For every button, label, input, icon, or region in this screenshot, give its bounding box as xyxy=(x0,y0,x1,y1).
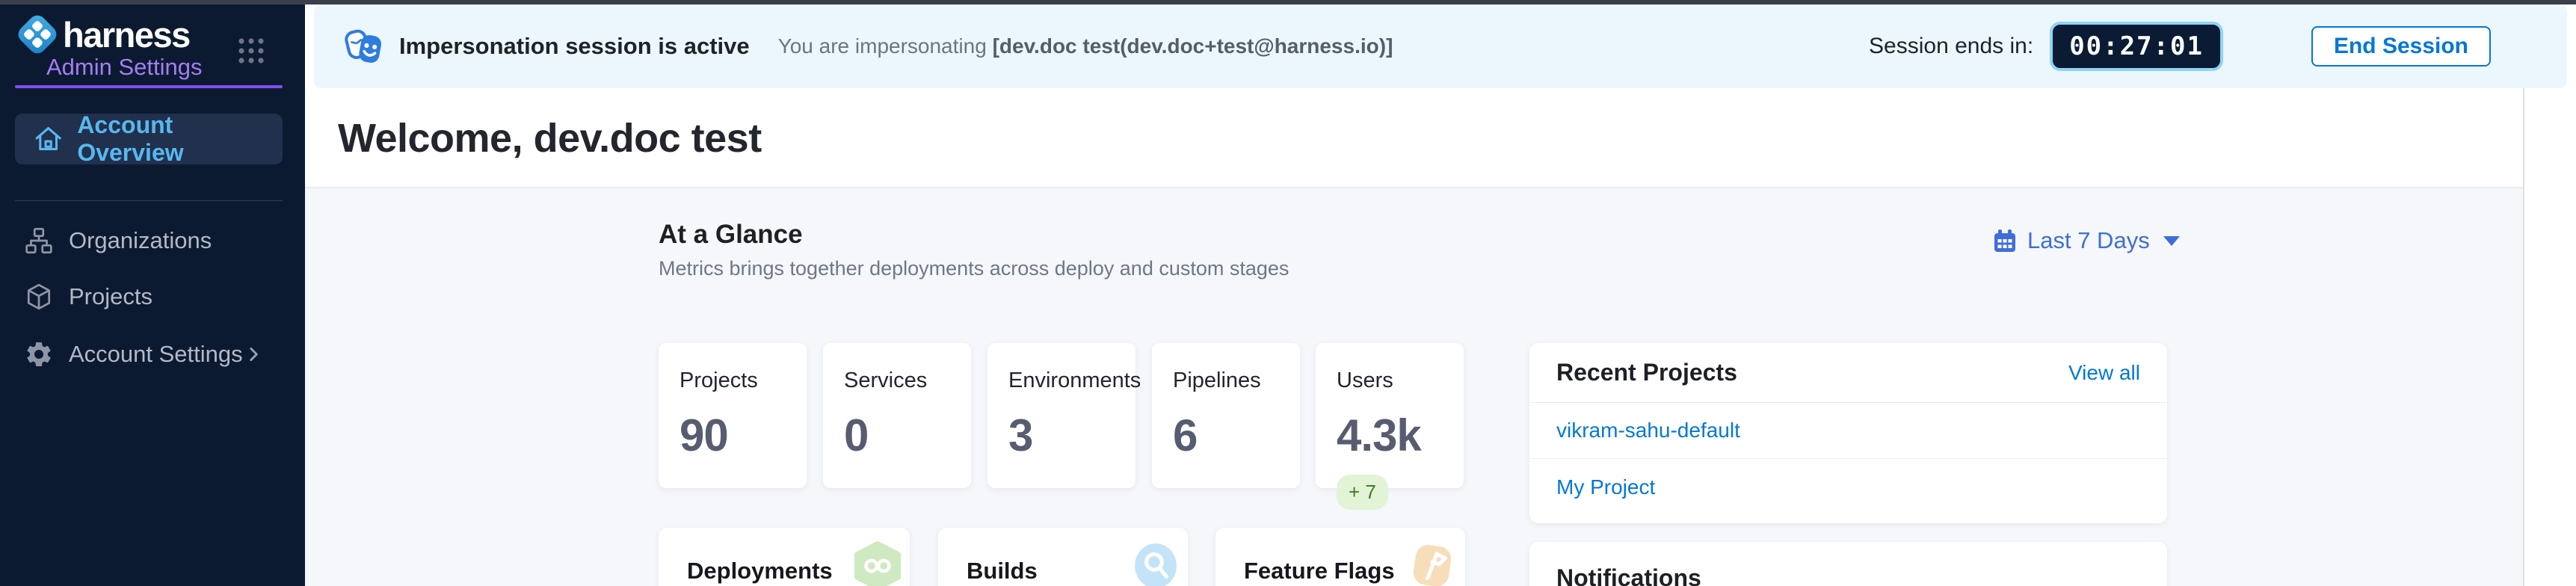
module-grid-icon[interactable] xyxy=(236,36,266,66)
recent-projects-header: Recent Projects View all xyxy=(1529,343,2167,403)
stat-label: Environments xyxy=(1008,368,1136,393)
welcome-band: Welcome, dev.doc test xyxy=(305,88,2523,188)
organizations-icon xyxy=(24,226,54,256)
impersonation-subtitle-prefix: You are impersonating xyxy=(778,34,987,58)
stat-card-services[interactable]: Services 0 xyxy=(823,343,971,488)
session-timer: 00:27:01 xyxy=(2050,22,2223,71)
recent-projects-title: Recent Projects xyxy=(1556,359,1737,386)
cube-icon xyxy=(24,282,54,312)
sidebar-item-label: Account Settings xyxy=(69,341,243,368)
sidebar-item-label: Projects xyxy=(69,283,152,310)
end-session-button[interactable]: End Session xyxy=(2311,26,2491,67)
impersonation-target-user: [dev.doc test(dev.doc+test@harness.io)] xyxy=(993,34,1393,58)
page-title: Welcome, dev.doc test xyxy=(338,115,762,161)
admin-settings-label: Admin Settings xyxy=(46,54,203,81)
recent-project-link[interactable]: vikram-sahu-default xyxy=(1529,403,2167,459)
harness-logo[interactable]: harness xyxy=(15,12,190,57)
module-label: Builds xyxy=(967,558,1038,585)
module-label: Deployments xyxy=(687,558,833,585)
session-ends-label: Session ends in: xyxy=(1869,34,2033,59)
date-range-dropdown[interactable]: Last 7 Days xyxy=(1991,227,2180,254)
main-content: At a Glance Metrics brings together depl… xyxy=(305,188,2523,586)
view-all-link[interactable]: View all xyxy=(2068,361,2140,385)
builds-magnifier-icon xyxy=(1131,541,1180,586)
scrollbar-gutter[interactable] xyxy=(2523,88,2576,586)
module-card-feature-flags[interactable]: Feature Flags xyxy=(1215,528,1465,586)
chevron-right-icon xyxy=(244,345,263,364)
at-a-glance-title: At a Glance xyxy=(659,220,803,250)
theater-masks-icon xyxy=(342,25,386,68)
stat-label: Users xyxy=(1337,368,1464,393)
sidebar-item-account-overview[interactable]: Account Overview xyxy=(15,114,283,164)
sidebar-accent-underline xyxy=(15,85,283,88)
harness-wordmark: harness xyxy=(63,14,190,55)
sidebar-item-label: Organizations xyxy=(69,227,212,254)
stat-card-users[interactable]: Users 4.3k + 7 xyxy=(1316,343,1464,488)
recent-project-link[interactable]: My Project xyxy=(1529,459,2167,515)
at-a-glance-subtitle: Metrics brings together deployments acro… xyxy=(659,257,1289,280)
notifications-title: Notifications xyxy=(1556,564,1701,586)
stat-card-pipelines[interactable]: Pipelines 6 xyxy=(1152,343,1300,488)
impersonation-banner-left: Impersonation session is active You are … xyxy=(342,4,1393,88)
module-label: Feature Flags xyxy=(1244,558,1395,585)
sidebar: harness Admin Settings Account Overview xyxy=(0,4,305,586)
module-card-deployments[interactable]: Deployments xyxy=(659,528,910,586)
stat-card-environments[interactable]: Environments 3 xyxy=(987,343,1136,488)
stat-label: Projects xyxy=(680,368,807,393)
date-range-label: Last 7 Days xyxy=(2027,227,2150,254)
impersonation-banner: Impersonation session is active You are … xyxy=(314,4,2567,88)
stat-value: 4.3k xyxy=(1337,410,1464,461)
project-name: My Project xyxy=(1556,475,1655,499)
harness-logo-icon xyxy=(15,12,60,57)
sidebar-item-account-settings[interactable]: Account Settings xyxy=(15,328,283,380)
project-name: vikram-sahu-default xyxy=(1556,419,1740,442)
calendar-icon xyxy=(1991,227,2018,254)
stat-value: 90 xyxy=(680,410,807,461)
sidebar-item-projects[interactable]: Projects xyxy=(15,271,283,323)
impersonation-title: Impersonation session is active xyxy=(399,33,750,60)
sidebar-item-label: Account Overview xyxy=(77,111,283,167)
stat-label: Pipelines xyxy=(1173,368,1300,393)
impersonation-banner-right: Session ends in: 00:27:01 End Session xyxy=(1869,4,2491,88)
deployments-infinity-icon xyxy=(853,541,902,586)
harness-dashboard-screen: harness Admin Settings Account Overview xyxy=(0,0,2576,586)
stat-value: 6 xyxy=(1173,410,1300,461)
module-card-builds[interactable]: Builds xyxy=(938,528,1188,586)
stat-value: 0 xyxy=(844,410,971,461)
impersonation-subtitle: You are impersonating [dev.doc test(dev.… xyxy=(778,34,1393,58)
users-delta-badge: + 7 xyxy=(1337,475,1388,510)
feature-flags-flag-icon xyxy=(1408,541,1458,586)
notifications-panel: Notifications xyxy=(1529,542,2167,586)
stat-label: Services xyxy=(844,368,971,393)
chevron-down-icon xyxy=(2163,236,2180,246)
recent-projects-panel: Recent Projects View all vikram-sahu-def… xyxy=(1529,343,2167,523)
home-icon xyxy=(33,123,64,155)
stat-card-projects[interactable]: Projects 90 xyxy=(659,343,807,488)
gear-icon xyxy=(24,339,54,369)
sidebar-divider xyxy=(15,200,283,201)
stat-value: 3 xyxy=(1008,410,1136,461)
sidebar-item-organizations[interactable]: Organizations xyxy=(15,215,283,267)
